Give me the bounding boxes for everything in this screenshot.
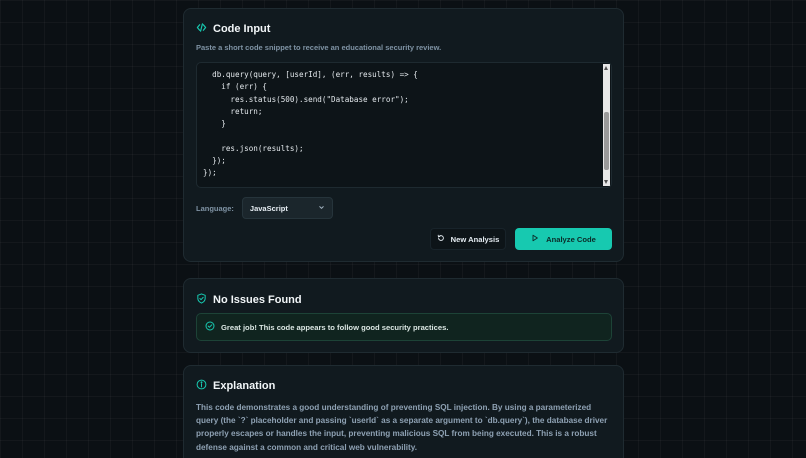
result-card: No Issues Found Great job! This code app… bbox=[183, 278, 624, 353]
code-textarea[interactable]: db.query(query, [userId], (err, results)… bbox=[196, 62, 612, 188]
refresh-icon bbox=[437, 234, 445, 244]
result-title-text: No Issues Found bbox=[213, 294, 302, 306]
code-content: db.query(query, [userId], (err, results)… bbox=[203, 70, 418, 178]
code-input-card: Code Input Paste a short code snippet to… bbox=[183, 8, 624, 262]
language-label: Language: bbox=[196, 203, 234, 213]
language-row: Language: JavaScript bbox=[196, 197, 333, 219]
result-title: No Issues Found bbox=[196, 293, 302, 307]
code-input-title-text: Code Input bbox=[213, 23, 271, 35]
scroll-up-icon[interactable] bbox=[604, 66, 608, 70]
explanation-text: This code demonstrates a good understand… bbox=[196, 403, 608, 452]
analyze-code-label: Analyze Code bbox=[546, 234, 596, 244]
scroll-thumb[interactable] bbox=[604, 112, 609, 170]
code-scrollbar[interactable] bbox=[603, 64, 610, 186]
code-input-title: Code Input bbox=[196, 22, 270, 36]
language-value: JavaScript bbox=[249, 203, 288, 213]
explanation-title: Explanation bbox=[196, 379, 275, 393]
chevron-down-icon bbox=[318, 204, 325, 213]
new-analysis-button[interactable]: New Analysis bbox=[430, 228, 506, 250]
code-icon bbox=[196, 22, 207, 36]
language-select[interactable]: JavaScript bbox=[241, 197, 333, 219]
scroll-down-icon[interactable] bbox=[604, 180, 608, 184]
check-circle-icon bbox=[205, 321, 215, 333]
play-icon bbox=[531, 234, 539, 244]
success-message: Great job! This code appears to follow g… bbox=[221, 322, 449, 332]
info-icon bbox=[196, 379, 207, 393]
analyze-code-button[interactable]: Analyze Code bbox=[515, 228, 612, 250]
new-analysis-label: New Analysis bbox=[450, 234, 500, 244]
success-message-box: Great job! This code appears to follow g… bbox=[196, 313, 612, 341]
explanation-card: Explanation This code demonstrates a goo… bbox=[183, 365, 624, 458]
explanation-title-text: Explanation bbox=[213, 380, 276, 392]
code-input-subtitle: Paste a short code snippet to receive an… bbox=[196, 43, 442, 52]
shield-check-icon bbox=[196, 293, 207, 307]
